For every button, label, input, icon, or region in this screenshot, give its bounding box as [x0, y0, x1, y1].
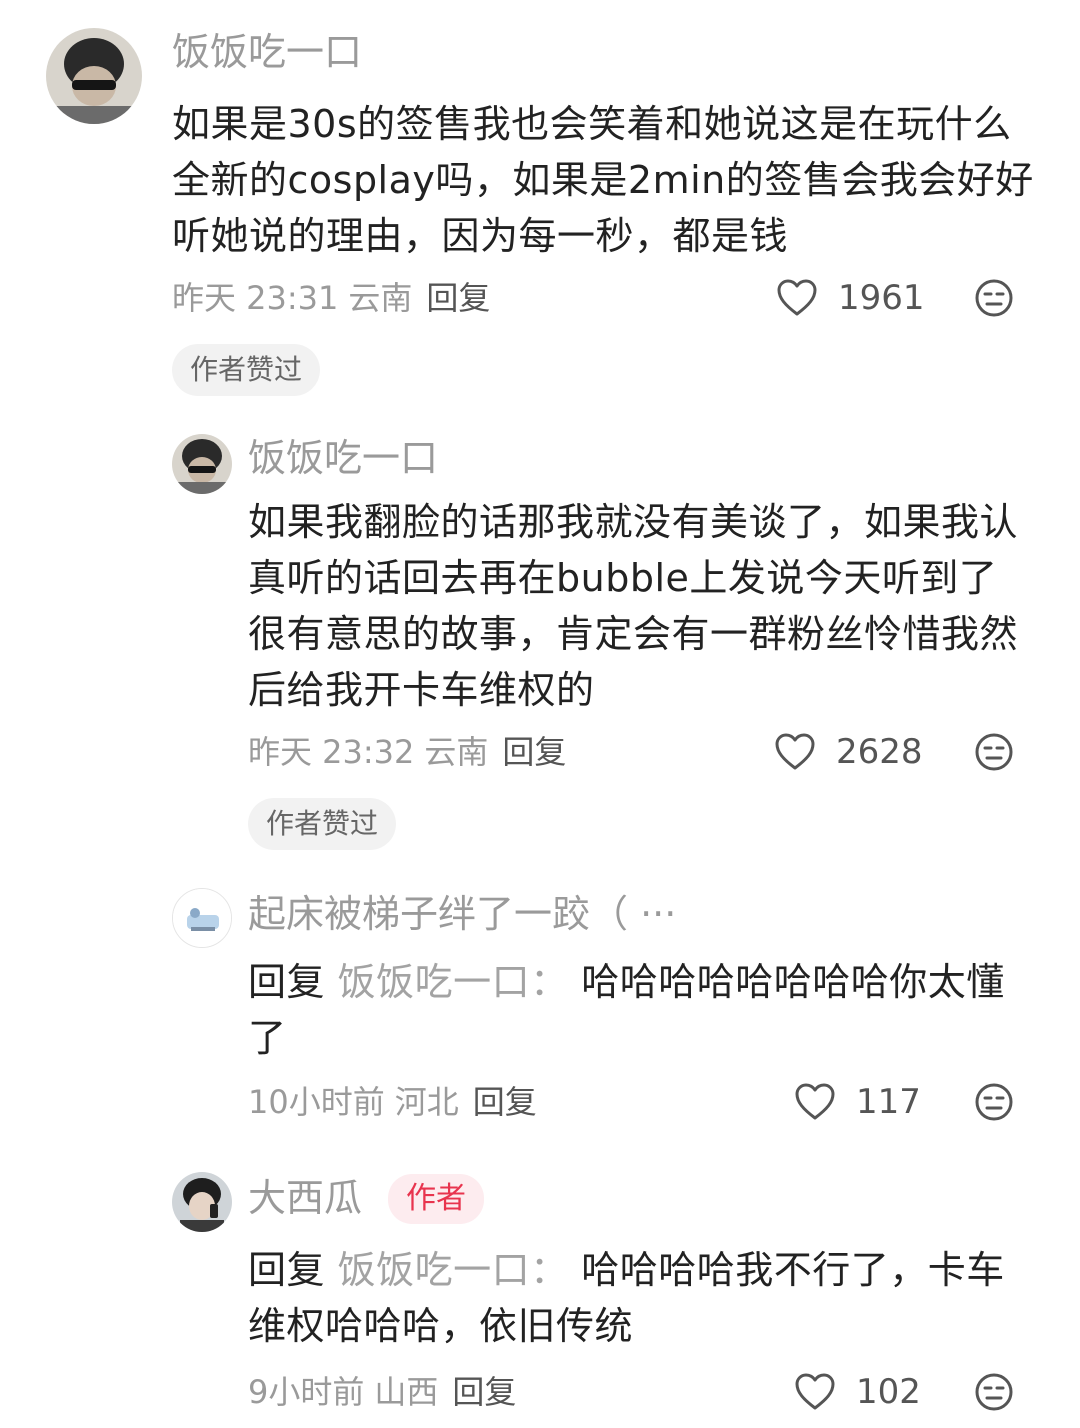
- comment-location: 河北: [394, 1083, 459, 1121]
- comment-username[interactable]: 大西瓜: [248, 1176, 362, 1220]
- comment-meta: 10小时前 河北 回复: [248, 1082, 537, 1122]
- reply-target-username[interactable]: 饭饭吃一口：: [338, 960, 569, 1004]
- author-liked-chip: 作者赞过: [172, 344, 321, 396]
- dislike-button[interactable]: [974, 278, 1014, 322]
- comment-meta: 昨天 23:32 云南 回复: [248, 732, 566, 772]
- comment-location: 云南: [348, 279, 413, 317]
- reply-button[interactable]: 回复: [452, 1373, 516, 1411]
- heart-outline-icon: [795, 1083, 835, 1120]
- reply-item: 饭饭吃一口 如果我翻脸的话那我就没有美谈了，如果我认真听的话回去再在bubble…: [0, 400, 1080, 860]
- comment-username[interactable]: 起床被梯子绊了一跤（ ···: [248, 892, 676, 936]
- dislike-button[interactable]: [974, 1082, 1014, 1126]
- heart-outline-icon: [777, 279, 817, 316]
- comment-location: 山西: [374, 1373, 439, 1411]
- comment-text: 如果我翻脸的话那我就没有美谈了，如果我认真听的话回去再在bubble上发说今天听…: [248, 500, 1019, 712]
- dislike-button[interactable]: [974, 1372, 1014, 1416]
- like-count: 2628: [836, 732, 923, 772]
- reply-item: 大西瓜 作者 回复 饭饭吃一口： 哈哈哈哈我不行了，卡车维权哈哈哈，依旧传统 9…: [0, 1150, 1080, 1428]
- reply-button[interactable]: 回复: [502, 733, 566, 771]
- meh-face-icon: [975, 279, 1013, 317]
- comment-text: 如果是30s的签售我也会笑着和她说这是在玩什么全新的cosplay吗，如果是2m…: [172, 102, 1034, 258]
- avatar[interactable]: [46, 28, 142, 124]
- comment-text: 回复 饭饭吃一口： 哈哈哈哈哈哈哈哈你太懂了: [248, 954, 1038, 1066]
- like-button[interactable]: 117: [794, 1082, 921, 1122]
- comment-username[interactable]: 饭饭吃一口: [248, 436, 438, 480]
- like-button[interactable]: 102: [794, 1372, 921, 1412]
- comment-time: 昨天 23:32: [248, 733, 415, 771]
- avatar[interactable]: [172, 888, 232, 948]
- comment-item: 饭饭吃一口 如果是30s的签售我也会笑着和她说这是在玩什么全新的cosplay吗…: [0, 0, 1080, 400]
- comment-meta: 昨天 23:31 云南 回复: [172, 278, 490, 318]
- comment-time: 9小时前: [248, 1373, 365, 1411]
- comment-username[interactable]: 饭饭吃一口: [172, 30, 362, 74]
- reply-button[interactable]: 回复: [473, 1083, 537, 1121]
- comment-meta: 9小时前 山西 回复: [248, 1372, 516, 1412]
- like-button[interactable]: 2628: [774, 732, 923, 772]
- reply-target-username[interactable]: 饭饭吃一口：: [338, 1248, 569, 1292]
- author-liked-chip: 作者赞过: [248, 798, 397, 850]
- like-button[interactable]: 1961: [776, 278, 925, 318]
- heart-outline-icon: [775, 733, 815, 770]
- reply-item: 起床被梯子绊了一跤（ ··· 回复 饭饭吃一口： 哈哈哈哈哈哈哈哈你太懂了 10…: [0, 860, 1080, 1150]
- comment-text: 回复 饭饭吃一口： 哈哈哈哈我不行了，卡车维权哈哈哈，依旧传统: [248, 1242, 1038, 1354]
- author-badge: 作者: [388, 1174, 484, 1224]
- comment-time: 昨天 23:31: [172, 279, 339, 317]
- heart-outline-icon: [795, 1373, 835, 1410]
- avatar[interactable]: [172, 434, 232, 494]
- meh-face-icon: [975, 733, 1013, 771]
- dislike-button[interactable]: [974, 732, 1014, 776]
- meh-face-icon: [975, 1373, 1013, 1411]
- comment-time: 10小时前: [248, 1083, 385, 1121]
- like-count: 1961: [838, 278, 925, 318]
- avatar[interactable]: [172, 1172, 232, 1232]
- reply-prefix: 回复: [248, 960, 326, 1004]
- meh-face-icon: [975, 1083, 1013, 1121]
- reply-button[interactable]: 回复: [426, 279, 490, 317]
- comment-location: 云南: [424, 733, 489, 771]
- like-count: 117: [856, 1082, 921, 1122]
- like-count: 102: [856, 1372, 921, 1412]
- reply-prefix: 回复: [248, 1248, 326, 1292]
